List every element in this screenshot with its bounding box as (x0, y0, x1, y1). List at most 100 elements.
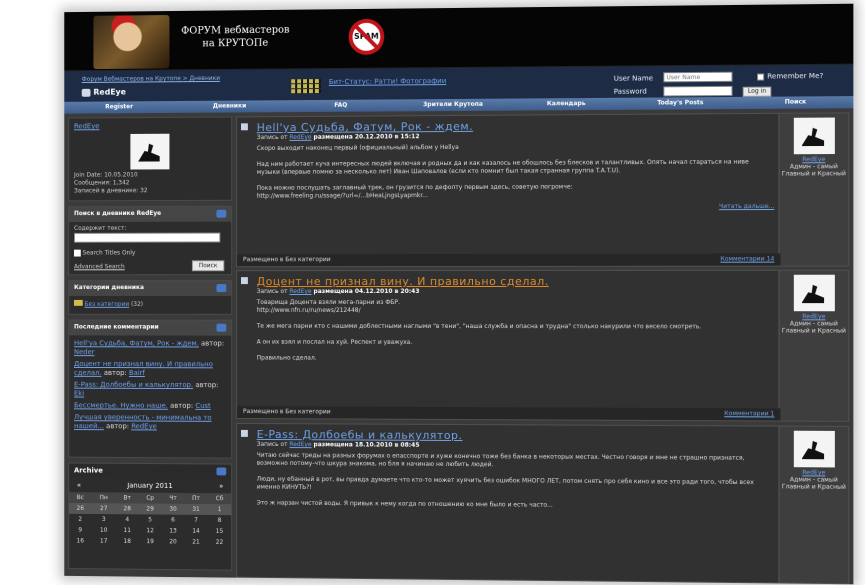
search-box: Поиск в дневнике RedEye Содержит текст: … (68, 206, 232, 276)
archive-calendar: Вс Пн Вт Ср Чт Пт Сб 26 27 28 29 30 31 1 (69, 492, 231, 548)
screenshot-window: ФОРУМ вебмастеров на КРУТОПе SPAM Форум … (64, 4, 853, 585)
stats-icon (291, 78, 321, 96)
comment-item: Бессмертье. Нужно наше. автор: Cust (74, 401, 226, 411)
calendar-day[interactable]: 19 (138, 536, 161, 547)
author-avatar[interactable] (793, 118, 834, 155)
calendar-day[interactable]: 16 (69, 535, 91, 546)
login-button[interactable]: Log in (743, 87, 772, 97)
entry-author[interactable]: RedEye (289, 288, 311, 295)
calendar-day[interactable]: 6 (162, 515, 184, 526)
profile-entries: Записей в дневнике: 32 (74, 187, 226, 196)
calendar-day[interactable]: 13 (162, 525, 184, 536)
read-more-link[interactable]: Читать дальше... (243, 203, 774, 212)
calendar-day[interactable]: 3 (91, 514, 116, 525)
profile-avatar[interactable] (130, 134, 169, 170)
comment-author[interactable]: Cust (195, 402, 210, 410)
archive-box: Archive « January 2011 » Вс Пн Вт Ср Чт … (68, 463, 232, 571)
entry-text: Товарища Доцента взяли мега-парни из ФБР… (257, 299, 775, 364)
password-input[interactable] (663, 86, 732, 97)
calendar-day[interactable]: 14 (184, 526, 208, 537)
menu-viewers[interactable]: Зрители Крутопа (397, 99, 510, 112)
diary-search-input[interactable] (74, 233, 220, 243)
calendar-day[interactable]: 5 (138, 514, 161, 525)
entry-meta-prefix: Запись от (257, 441, 288, 448)
collapse-icon[interactable] (216, 324, 226, 332)
current-user[interactable]: RedEye (93, 88, 126, 97)
calendar-day[interactable]: 28 (116, 503, 138, 514)
collapse-icon[interactable] (216, 210, 226, 218)
comments-link[interactable]: Комментарии 1 (724, 408, 774, 420)
titles-only-checkbox[interactable] (74, 249, 81, 256)
menu-calendar[interactable]: Календарь (509, 98, 623, 111)
calendar-day[interactable]: 31 (184, 504, 208, 515)
entry-text: Читаю сейчас треды на разных форумах о е… (257, 452, 775, 512)
prev-month-button[interactable]: « (77, 481, 81, 489)
entry-category[interactable]: Размещено в Без категории (243, 256, 331, 263)
calendar-day[interactable]: 18 (116, 536, 138, 547)
calendar-day[interactable]: 17 (91, 536, 116, 547)
calendar-day[interactable]: 12 (138, 525, 161, 536)
menu-diaries[interactable]: Дневники (174, 100, 285, 113)
menu-search[interactable]: Поиск (738, 96, 854, 109)
search-button[interactable]: Поиск (192, 260, 224, 271)
calendar-day[interactable]: 22 (208, 537, 231, 548)
author-avatar[interactable] (793, 275, 834, 312)
calendar-day[interactable]: 20 (162, 536, 184, 547)
calendar-day[interactable]: 8 (208, 515, 231, 526)
comment-author[interactable]: Bairf (129, 369, 145, 377)
comments-link[interactable]: Комментарии 14 (720, 254, 774, 266)
comment-item: Hell'ya Судьба, Фатум, Рок - ждем. автор… (74, 339, 226, 357)
comment-author[interactable]: Neder (74, 348, 95, 356)
entry-author[interactable]: RedEye (289, 134, 311, 141)
comment-link[interactable]: Бессмертье. Нужно наше. (74, 401, 168, 409)
calendar-day[interactable]: 9 (69, 525, 91, 536)
weekday-label: Ср (138, 493, 161, 504)
calendar-day[interactable]: 7 (184, 515, 208, 526)
calendar-day[interactable]: 11 (116, 525, 138, 536)
banner-title[interactable]: ФОРУМ вебмастеров на КРУТОПе (181, 24, 289, 51)
weekday-label: Вт (116, 492, 138, 503)
entry-category[interactable]: Размещено в Без категории (243, 408, 331, 415)
calendar-day[interactable]: 1 (208, 504, 231, 515)
calendar-day[interactable]: 15 (208, 526, 231, 537)
calendar-day[interactable]: 27 (91, 503, 116, 514)
category-link[interactable]: Без категории (85, 301, 130, 308)
calendar-day[interactable]: 26 (69, 503, 91, 514)
calendar-day[interactable]: 2 (69, 514, 91, 525)
remember-me[interactable]: Remember Me? (757, 72, 823, 81)
entry-title[interactable]: Доцент не признал вину. И правильно сдел… (257, 275, 775, 288)
diary-entry: E-Pass: Долбоебы и калькулятор. Запись о… (236, 423, 849, 584)
comment-author[interactable]: Eki (74, 390, 84, 398)
calendar-day[interactable]: 29 (138, 504, 161, 515)
next-month-button[interactable]: » (219, 482, 223, 490)
collapse-icon[interactable] (216, 467, 226, 475)
remember-checkbox[interactable] (757, 73, 764, 80)
author-name[interactable]: RedEye (779, 313, 848, 320)
menu-todays-posts[interactable]: Today's Posts (623, 97, 738, 110)
search-box-title: Поиск в дневнике RedEye (69, 207, 231, 222)
profile-name[interactable]: RedEye (74, 121, 226, 130)
author-avatar[interactable] (793, 431, 834, 468)
calendar-day[interactable]: 21 (184, 537, 208, 548)
username-input[interactable] (663, 72, 732, 83)
comment-link[interactable]: Hell'ya Судьба, Фатум, Рок - ждем. (74, 339, 199, 347)
banner-title-line1: ФОРУМ вебмастеров (181, 24, 289, 38)
titles-only-option[interactable]: Search Titles Only (74, 249, 226, 257)
author-panel: RedEye Админ - самый Главный и Красный (778, 427, 848, 584)
stats-link[interactable]: Бит-Статус: Ратти! Фотографии (329, 77, 447, 86)
advanced-search-link[interactable]: Advanced Search (74, 263, 125, 270)
calendar-day[interactable]: 10 (91, 525, 116, 536)
collapse-icon[interactable] (216, 284, 226, 292)
comment-link[interactable]: E-Pass: Долбоебы и калькулятор. (74, 381, 193, 389)
password-label: Password (614, 88, 647, 96)
comment-author[interactable]: RedEye (131, 422, 157, 430)
category-item[interactable]: Без категории (32) (69, 296, 231, 313)
calendar-day[interactable]: 4 (116, 514, 138, 525)
calendar-day[interactable]: 30 (162, 504, 184, 515)
menu-faq[interactable]: FAQ (285, 99, 397, 112)
categories-box: Категории дневника Без категории (32) (68, 280, 232, 315)
menu-register[interactable]: Register (64, 101, 174, 114)
entry-author[interactable]: RedEye (289, 441, 311, 448)
breadcrumb[interactable]: Форум Вебмастеров на Крутопе > Дневники (82, 75, 220, 83)
weekday-label: Пн (91, 492, 116, 503)
